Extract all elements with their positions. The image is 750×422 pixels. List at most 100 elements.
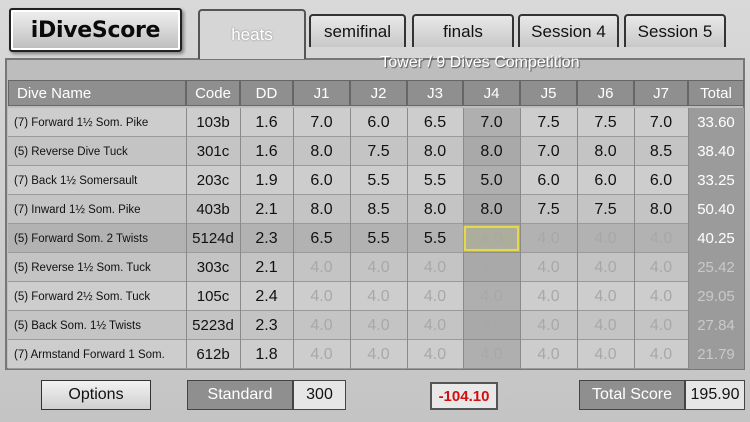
judge-score-cell[interactable]: 6.0 xyxy=(520,167,577,194)
dive-total-cell: 27.84 xyxy=(697,317,735,334)
dive-name-cell: (5) Reverse 1½ Som. Tuck xyxy=(14,261,151,274)
total-score-value: 195.90 xyxy=(685,380,745,410)
judge-score-cell[interactable]: 8.0 xyxy=(293,196,350,223)
header-dd: DD xyxy=(240,80,293,106)
options-button[interactable]: Options xyxy=(41,380,151,410)
judge-score-cell[interactable]: 4.0 xyxy=(463,341,520,368)
header-j4: J4 xyxy=(463,80,520,106)
judge-score-cell[interactable]: 7.5 xyxy=(520,109,577,136)
judge-score-cell[interactable]: 6.5 xyxy=(293,225,350,252)
dive-total-cell: 40.25 xyxy=(697,230,735,247)
judge-score-cell[interactable]: 7.5 xyxy=(577,196,634,223)
judge-score-cell[interactable]: 4.0 xyxy=(293,254,350,281)
judge-score-cell[interactable]: 4.0 xyxy=(463,283,520,310)
judge-score-cell[interactable]: 5.0 xyxy=(463,167,520,194)
judge-score-cell[interactable]: 7.0 xyxy=(520,138,577,165)
dive-total-cell: 25.42 xyxy=(697,259,735,276)
judge-score-cell[interactable]: 4.0 xyxy=(350,341,407,368)
judge-score-cell[interactable]: 8.0 xyxy=(463,138,520,165)
judge-score-cell[interactable]: 7.0 xyxy=(463,109,520,136)
tab-session-5[interactable]: Session 5 xyxy=(624,14,726,47)
dive-name-cell: (7) Armstand Forward 1 Som. xyxy=(14,348,165,361)
judge-score-cell[interactable]: 4.0 xyxy=(293,283,350,310)
standard-value[interactable]: 300 xyxy=(293,380,346,410)
judge-score-cell[interactable]: 4.0 xyxy=(634,341,688,368)
judge-score-cell[interactable]: 4.0 xyxy=(520,225,577,252)
degree-of-difficulty-cell: 2.4 xyxy=(255,287,278,305)
judge-score-cell[interactable]: 7.5 xyxy=(520,196,577,223)
degree-of-difficulty-cell: 2.3 xyxy=(255,316,278,334)
judge-score-cell[interactable]: 4.0 xyxy=(350,283,407,310)
judge-score-cell[interactable]: 6.5 xyxy=(407,109,463,136)
judge-score-cell[interactable]: 4.0 xyxy=(350,312,407,339)
header-j3: J3 xyxy=(407,80,463,106)
judge-score-cell[interactable]: 5.5 xyxy=(407,167,463,194)
judge-score-cell[interactable]: 7.5 xyxy=(350,138,407,165)
judge-score-cell[interactable]: 4.0 xyxy=(520,312,577,339)
dive-name-cell: (5) Forward Som. 2 Twists xyxy=(14,232,148,245)
judge-score-cell[interactable]: 5.5 xyxy=(350,167,407,194)
dive-name-cell: (5) Reverse Dive Tuck xyxy=(14,145,128,158)
judge-score-cell[interactable]: 4.0 xyxy=(407,341,463,368)
tab-session-4[interactable]: Session 4 xyxy=(518,14,619,47)
judge-score-cell[interactable]: 4.0 xyxy=(463,312,520,339)
dive-total-cell: 21.79 xyxy=(697,346,735,363)
judge-score-cell[interactable]: 7.0 xyxy=(634,109,688,136)
judge-score-cell[interactable]: 8.5 xyxy=(350,196,407,223)
tab-heats[interactable]: heats xyxy=(198,9,306,59)
judge-score-cell[interactable]: 8.0 xyxy=(463,196,520,223)
judge-score-cell[interactable]: 8.0 xyxy=(634,196,688,223)
judge-score-cell[interactable]: 4.0 xyxy=(520,254,577,281)
dive-code-cell: 203c xyxy=(196,172,230,189)
header-j7: J7 xyxy=(634,80,688,106)
judge-score-cell[interactable]: 8.0 xyxy=(577,138,634,165)
judge-score-cell[interactable]: 4.0 xyxy=(577,225,634,252)
dive-code-cell: 5223d xyxy=(192,317,234,334)
tab-finals[interactable]: finals xyxy=(412,14,514,47)
degree-of-difficulty-cell: 1.6 xyxy=(255,113,278,131)
dive-code-cell: 103b xyxy=(196,114,230,131)
judge-score-cell[interactable]: 4.0 xyxy=(520,283,577,310)
judge-score-cell[interactable]: 7.0 xyxy=(293,109,350,136)
judge-score-cell[interactable]: 4.0 xyxy=(407,254,463,281)
judge-score-cell[interactable]: 4.0 xyxy=(520,341,577,368)
dive-name-cell: (7) Back 1½ Somersault xyxy=(14,174,138,187)
judge-score-cell[interactable]: 4.0 xyxy=(577,283,634,310)
judge-score-cell[interactable]: 8.0 xyxy=(407,138,463,165)
judge-score-cell[interactable]: 4.0 xyxy=(463,254,520,281)
judge-score-cell[interactable]: 4.0 xyxy=(407,312,463,339)
judge-score-cell[interactable]: 4.0 xyxy=(577,341,634,368)
tab-semifinal[interactable]: semifinal xyxy=(309,14,406,47)
judge-score-cell[interactable]: 5.5 xyxy=(350,225,407,252)
judge-score-cell[interactable]: 4.0 xyxy=(293,341,350,368)
judge-score-cell[interactable]: 4.0 xyxy=(350,254,407,281)
judge-score-cell[interactable]: 4.0 xyxy=(634,283,688,310)
deduction-value: -104.10 xyxy=(430,382,498,410)
judge-score-cell[interactable]: 6.0 xyxy=(634,167,688,194)
judge-score-cell[interactable]: 4.0 xyxy=(577,254,634,281)
judge-score-cell[interactable]: 8.0 xyxy=(407,196,463,223)
judge-score-cell[interactable]: 4.0 xyxy=(634,254,688,281)
judge-score-cell[interactable]: 6.0 xyxy=(577,167,634,194)
judge-score-cell[interactable]: 8.5 xyxy=(634,138,688,165)
judge-score-cell[interactable]: 8.0 xyxy=(293,138,350,165)
judge-score-cell[interactable]: 4.0 xyxy=(634,225,688,252)
degree-of-difficulty-cell: 1.6 xyxy=(255,142,278,160)
judge-score-cell[interactable]: 6.0 xyxy=(350,109,407,136)
judge-score-cell[interactable]: 4.0 xyxy=(407,283,463,310)
judge-score-cell[interactable]: 4.0 xyxy=(293,312,350,339)
judge-score-cell[interactable]: 4.0 xyxy=(577,312,634,339)
header-j1: J1 xyxy=(293,80,350,106)
dive-name-cell: (7) Inward 1½ Som. Pike xyxy=(14,203,141,216)
judge-score-cell[interactable]: 7.5 xyxy=(577,109,634,136)
degree-of-difficulty-cell: 1.8 xyxy=(255,345,278,363)
judge-score-cell[interactable]: 6.0 xyxy=(293,167,350,194)
degree-of-difficulty-cell: 1.9 xyxy=(255,171,278,189)
dive-total-cell: 29.05 xyxy=(697,288,735,305)
judge-score-cell[interactable]: 5.5 xyxy=(407,225,463,252)
judge-score-cell[interactable]: 4.0 xyxy=(634,312,688,339)
dive-name-cell: (5) Forward 2½ Som. Tuck xyxy=(14,290,151,303)
judge-score-cell[interactable]: 4.0 xyxy=(463,225,520,252)
header-j2: J2 xyxy=(350,80,407,106)
header-total: Total xyxy=(688,80,744,106)
